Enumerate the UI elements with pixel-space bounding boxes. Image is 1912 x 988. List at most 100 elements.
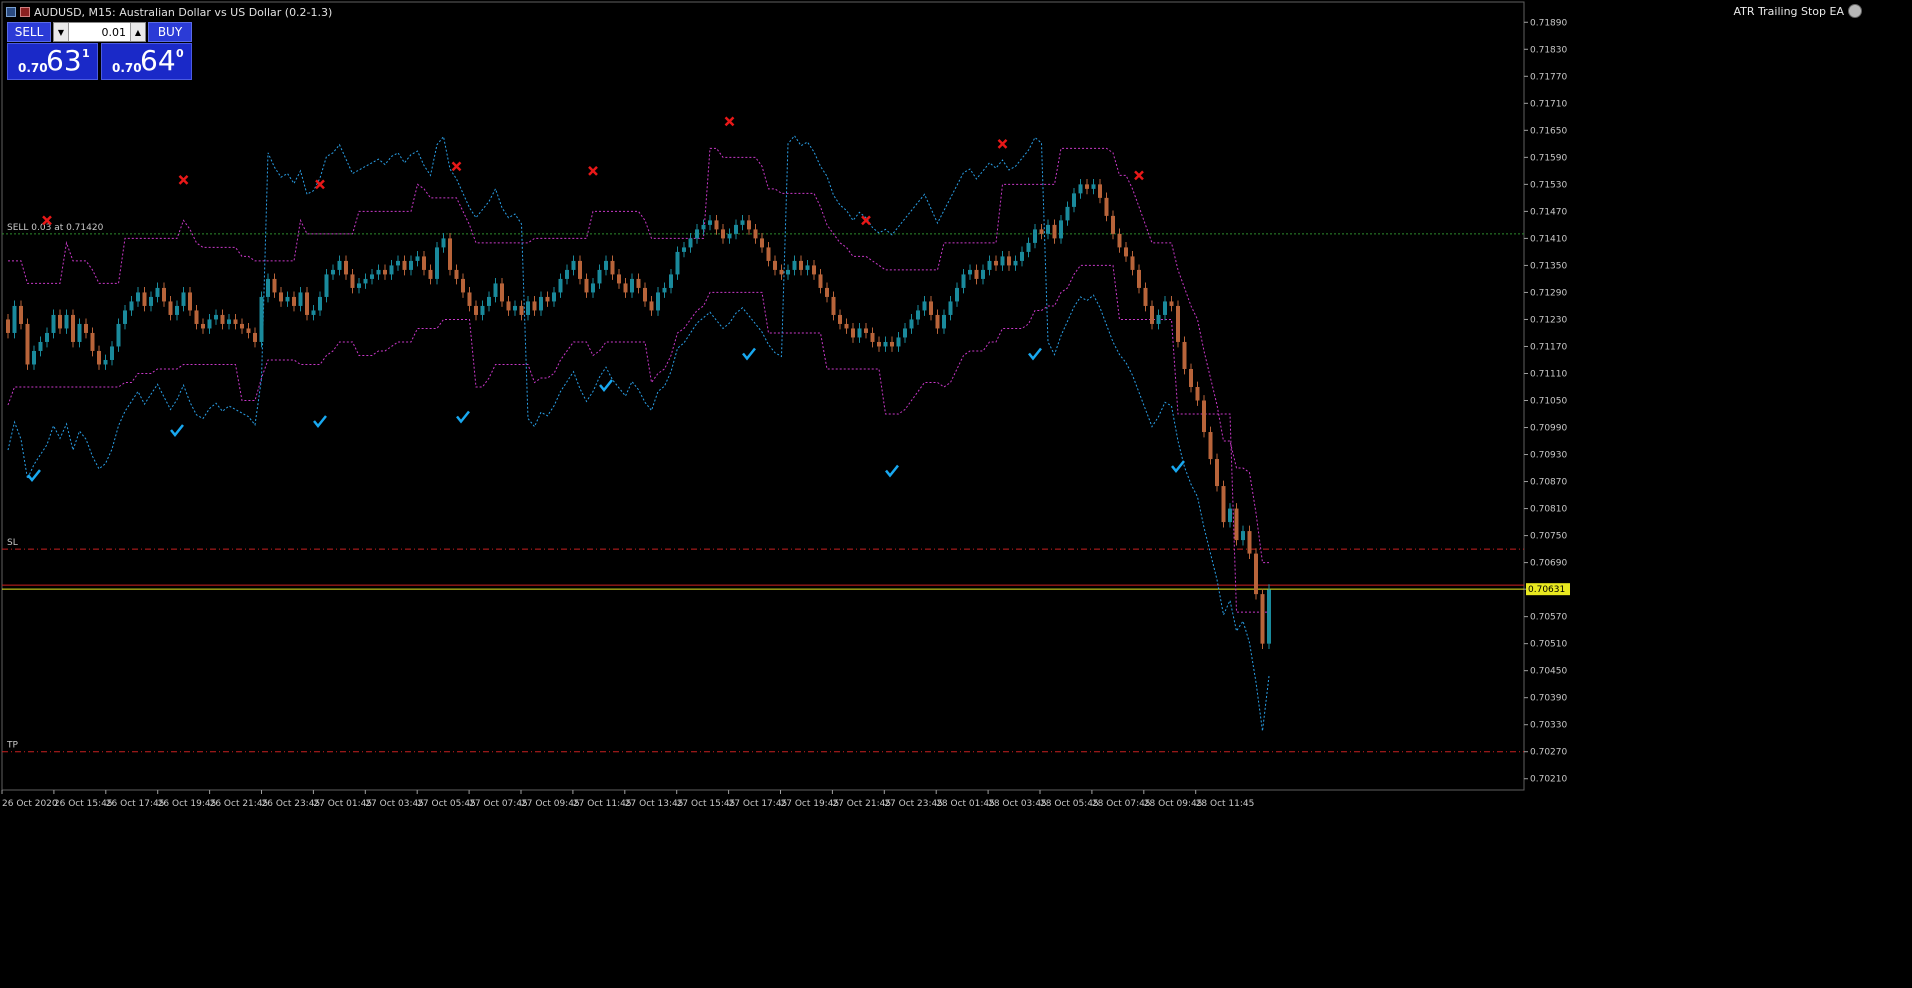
candle-body [773, 260, 777, 270]
candle-body [623, 283, 628, 293]
x-tick-label: 27 Oct 21:45 [832, 799, 891, 809]
y-tick-label: 0.71710 [1530, 99, 1567, 109]
candle-body [1059, 220, 1063, 239]
lot-increase-icon[interactable]: ▲ [130, 23, 145, 41]
upper-band-line [8, 147, 1269, 564]
candle-body [1098, 184, 1102, 198]
candle-body [487, 296, 491, 306]
y-tick-label: 0.70210 [1530, 775, 1567, 785]
candle-body [493, 283, 498, 297]
sell-button[interactable]: SELL [7, 22, 51, 42]
candle-body [896, 337, 901, 347]
candle-body [636, 278, 641, 288]
candle-body [1013, 260, 1018, 266]
window-menu-icon[interactable] [6, 7, 16, 17]
candle-body [279, 292, 283, 302]
candle-body [155, 287, 160, 297]
candle-body [539, 296, 543, 311]
candle-body [981, 269, 985, 279]
candle-body [721, 229, 725, 239]
candle-body [409, 260, 413, 270]
candle-body [818, 274, 823, 288]
candle-body [948, 301, 953, 315]
candle-body [175, 305, 179, 315]
sell-price-box[interactable]: 0.70 63 1 [7, 43, 98, 80]
order-line-label: SELL 0.03 at 0.71420 [7, 223, 104, 233]
candle-body [461, 278, 465, 293]
candle-body [422, 256, 426, 270]
candle-body [201, 323, 205, 329]
candle-body [714, 220, 719, 230]
candle-body [181, 292, 186, 306]
buy-signal-check-icon [313, 415, 327, 429]
candle-body [32, 350, 36, 365]
candle-body [701, 224, 706, 230]
lot-size-control[interactable]: ▼ ▲ [53, 22, 146, 42]
candle-body [1247, 531, 1252, 554]
buy-signal-check-icon [885, 464, 899, 478]
candle-body [903, 328, 907, 338]
candle-body [909, 319, 914, 329]
candle-body [318, 296, 322, 311]
candle-body [916, 310, 920, 320]
y-tick-label: 0.71170 [1530, 342, 1567, 352]
candle-body [1254, 553, 1258, 595]
candle-body [708, 220, 712, 225]
candle-body [12, 305, 17, 333]
candle-body [734, 224, 738, 234]
candle-body [376, 269, 381, 275]
y-tick-label: 0.70390 [1530, 694, 1567, 704]
x-tick-label: 27 Oct 03:45 [365, 799, 424, 809]
candle-body [1241, 531, 1245, 541]
x-tick-label: 27 Oct 11:45 [573, 799, 632, 809]
x-tick-label: 27 Oct 13:45 [625, 799, 684, 809]
buy-signal-check-icon [599, 379, 613, 392]
x-tick-label: 26 Oct 23:45 [262, 799, 321, 809]
candle-body [513, 305, 517, 311]
candle-body [272, 278, 277, 293]
candle-body [474, 305, 478, 315]
x-tick-label: 26 Oct 15:45 [54, 799, 113, 809]
candle-body [129, 301, 134, 311]
candle-body [480, 305, 485, 315]
buy-signal-check-icon [742, 347, 756, 361]
y-tick-label: 0.70870 [1530, 478, 1567, 488]
candle-body [1228, 508, 1232, 523]
candle-body [253, 332, 257, 342]
candle-body [669, 274, 673, 288]
expert-advisor-label[interactable]: ATR Trailing Stop EA [1734, 4, 1862, 18]
candle-body [402, 260, 407, 270]
candle-body [110, 346, 114, 360]
y-tick-label: 0.70270 [1530, 748, 1567, 758]
candle-body [662, 287, 667, 293]
y-tick-label: 0.70750 [1530, 532, 1567, 542]
candle-body [1091, 184, 1096, 189]
lot-decrease-icon[interactable]: ▼ [54, 23, 69, 41]
buy-signal-check-icon [1171, 460, 1185, 474]
candle-body [45, 332, 49, 342]
candle-body [760, 238, 764, 248]
buy-button[interactable]: BUY [148, 22, 192, 42]
candle-body [779, 269, 784, 275]
candle-body [1195, 386, 1200, 401]
x-tick-label: 26 Oct 17:45 [106, 799, 165, 809]
x-tick-label: 28 Oct 07:45 [1092, 799, 1151, 809]
price-chart[interactable]: SELL 0.03 at 0.71420 SL TP 0.71890 0.71830 0.… [0, 0, 1912, 988]
lot-size-input[interactable] [70, 23, 128, 41]
candle-body [383, 269, 387, 275]
ea-smiley-icon[interactable] [1848, 4, 1862, 18]
candle-body [25, 323, 30, 365]
candle-body [370, 274, 374, 279]
candle-body [1026, 242, 1031, 252]
sell-signal-cross-icon [997, 138, 1008, 149]
candle-body [870, 332, 875, 342]
candle-body [617, 274, 621, 284]
candle-body [578, 260, 582, 279]
buy-price-fraction: 0 [176, 47, 184, 60]
candle-body [344, 260, 348, 275]
buy-price-box[interactable]: 0.70 64 0 [101, 43, 192, 80]
sell-signal-cross-icon [178, 174, 189, 185]
x-tick-label: 27 Oct 23:45 [884, 799, 943, 809]
sell-signal-cross-icon [451, 161, 462, 172]
candle-body [857, 328, 862, 338]
